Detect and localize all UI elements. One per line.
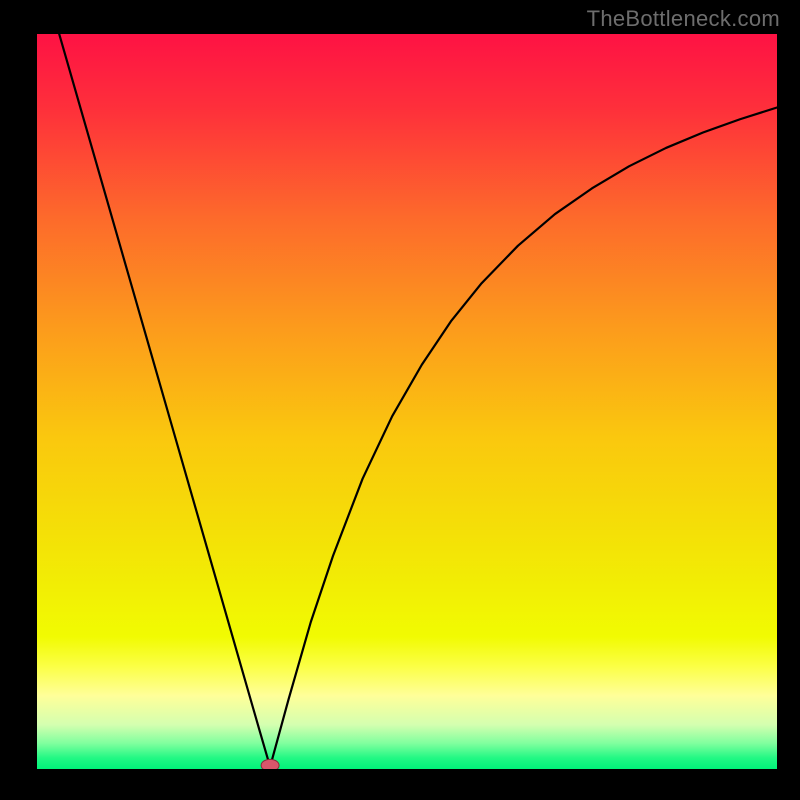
watermark-label: TheBottleneck.com [587,6,780,32]
chart-canvas: TheBottleneck.com [0,0,800,800]
minimum-marker [261,759,279,769]
plot-area [37,34,777,769]
gradient-background [37,34,777,769]
chart-svg [37,34,777,769]
